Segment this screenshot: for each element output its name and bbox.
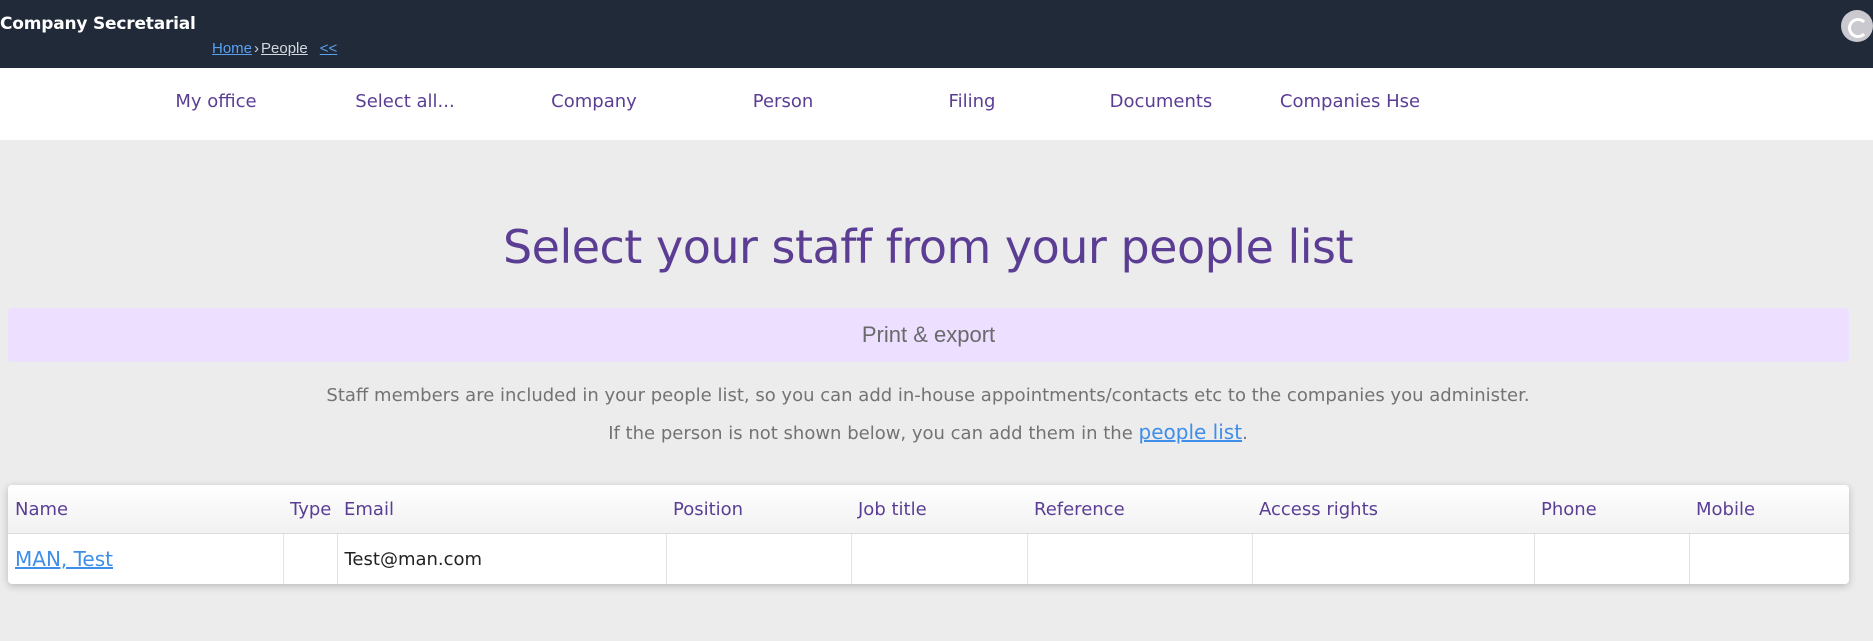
cell-name: MAN, Test — [8, 533, 284, 584]
people-list-link[interactable]: people list — [1139, 420, 1243, 444]
cell-reference — [1027, 533, 1253, 584]
avatar-glyph — [1848, 18, 1868, 38]
info-text-prefix: If the person is not shown below, you ca… — [608, 423, 1133, 444]
nav-item-my-office[interactable]: My office — [121, 68, 311, 140]
page-title: Select your staff from your people list — [502, 220, 1354, 274]
print-export-button[interactable]: Print & export — [8, 308, 1849, 362]
nav-item-companies-hse[interactable]: Companies Hse — [1255, 68, 1445, 140]
user-avatar-icon[interactable] — [1841, 10, 1873, 42]
cell-email: Test@man.com — [337, 533, 667, 584]
column-header-reference[interactable]: Reference — [1027, 485, 1252, 534]
table-header-row: Name Type Email Position Job title Refer… — [8, 485, 1849, 534]
cell-job-title — [851, 533, 1028, 584]
cell-position — [666, 533, 852, 584]
breadcrumb-collapse-button[interactable]: << — [320, 40, 338, 57]
app-title: Company Secretarial — [0, 14, 196, 34]
cell-access-rights — [1252, 533, 1535, 584]
breadcrumb-home-link[interactable]: Home — [212, 40, 252, 57]
person-name-link[interactable]: MAN, Test — [15, 547, 113, 571]
column-header-email[interactable]: Email — [337, 485, 666, 534]
column-header-type[interactable]: Type — [283, 485, 337, 534]
breadcrumb-current: People — [261, 40, 308, 57]
top-bar: Company Secretarial Home › People << — [0, 0, 1873, 68]
nav-item-documents[interactable]: Documents — [1066, 68, 1256, 140]
column-header-name[interactable]: Name — [8, 485, 283, 534]
nav-item-person[interactable]: Person — [688, 68, 878, 140]
cell-type — [283, 533, 338, 584]
breadcrumb: Home › People << — [212, 40, 337, 57]
nav-item-filing[interactable]: Filing — [877, 68, 1067, 140]
cell-mobile — [1689, 534, 1849, 585]
info-text-line-1: Staff members are included in your peopl… — [326, 385, 1530, 406]
nav-item-company[interactable]: Company — [499, 68, 689, 140]
info-text-suffix: . — [1242, 423, 1248, 444]
breadcrumb-separator: › — [254, 40, 260, 57]
main-nav: My office Select all... Company Person F… — [0, 68, 1873, 140]
column-header-mobile[interactable]: Mobile — [1689, 485, 1849, 534]
info-text-line-2: If the person is not shown below, you ca… — [0, 420, 1856, 444]
staff-table: Name Type Email Position Job title Refer… — [8, 485, 1849, 584]
column-header-access-rights[interactable]: Access rights — [1252, 485, 1534, 534]
nav-item-select-all[interactable]: Select all... — [310, 68, 500, 140]
column-header-job-title[interactable]: Job title — [851, 485, 1027, 534]
cell-phone — [1534, 533, 1690, 584]
column-header-phone[interactable]: Phone — [1534, 485, 1689, 534]
column-header-position[interactable]: Position — [666, 485, 851, 534]
table-row: MAN, Test Test@man.com — [8, 533, 1849, 585]
